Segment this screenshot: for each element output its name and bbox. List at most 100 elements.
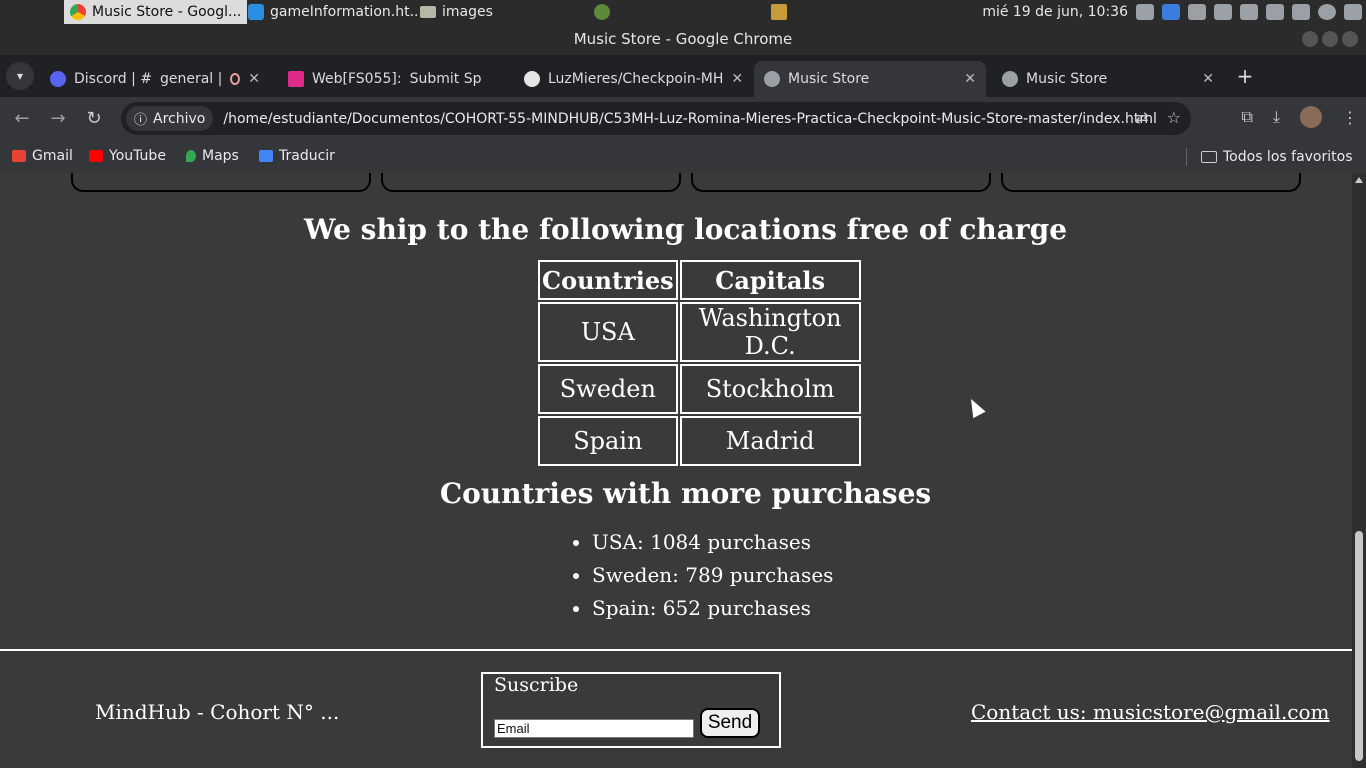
bookmark-label: YouTube	[109, 148, 166, 164]
table-cell: Stockholm	[679, 364, 861, 414]
bookmark-maps[interactable]: Maps	[186, 148, 239, 164]
tab-label: Submit Sp	[409, 71, 482, 87]
tab-label: LuzMieres/Checkpoin-MH	[548, 71, 724, 87]
list-item: USA: 1084 purchases	[592, 529, 833, 562]
tab-music-store[interactable]: Music Store ✕	[992, 61, 1224, 97]
card	[71, 173, 371, 192]
purchases-list: USA: 1084 purchases Sweden: 789 purchase…	[592, 529, 833, 628]
extensions-icon[interactable]: ⧉	[1241, 107, 1252, 127]
archive-icon[interactable]	[771, 4, 787, 20]
maps-icon	[186, 150, 196, 162]
tab-search-button[interactable]: ▾	[6, 62, 34, 90]
bluetooth-icon[interactable]	[1162, 4, 1180, 20]
subscribe-legend: Suscribe	[494, 674, 579, 696]
purchases-heading: Countries with more purchases	[439, 477, 932, 510]
list-item: Sweden: 789 purchases	[592, 562, 833, 595]
send-button[interactable]: Send	[700, 708, 760, 738]
page-footer: MindHub - Cohort N° ... Suscribe Email S…	[0, 649, 1352, 768]
taskbar-item-chrome[interactable]: Music Store - Googl...	[64, 0, 248, 24]
omnibox-actions: ⇄ ☆	[1135, 108, 1181, 127]
globe-icon	[764, 71, 780, 87]
folder-icon	[1201, 151, 1217, 163]
table-cell: Washington D.C.	[679, 302, 861, 362]
github-icon	[524, 71, 540, 87]
translate-icon[interactable]: ⇄	[1135, 108, 1148, 127]
clock[interactable]: mié 19 de jun, 10:36	[982, 4, 1128, 20]
network-manager-icon[interactable]	[1136, 4, 1154, 20]
keyboard-icon[interactable]	[1292, 4, 1310, 20]
download-icon[interactable]: ⤓	[1273, 107, 1280, 127]
clipboard-icon[interactable]	[1266, 4, 1284, 20]
table-row: Spain Madrid	[538, 416, 861, 466]
reload-button[interactable]: ↻	[82, 107, 106, 131]
table-cell: USA	[538, 302, 678, 362]
taskbar-item-images[interactable]: images	[414, 0, 499, 24]
globe-icon	[1002, 71, 1018, 87]
tab-label: general |	[159, 71, 223, 87]
table-row: USA Washington D.C.	[538, 302, 861, 362]
browser-toolbar: ← → ↻ ⓘ Archivo /home/estudiante/Documen…	[0, 97, 1366, 140]
arrow-right-icon: →	[50, 108, 66, 129]
card	[691, 173, 991, 192]
minimize-icon[interactable]	[1302, 31, 1318, 47]
site-info-chip[interactable]: ⓘ Archivo	[126, 106, 214, 131]
plus-icon: +	[1236, 64, 1254, 88]
page-scrollbar[interactable]	[1352, 173, 1366, 768]
tab-web-fs055[interactable]: Web[FS055]: Submit Sp	[278, 61, 508, 97]
table-header-row: Countries Capitals	[538, 260, 861, 300]
close-icon[interactable]: ✕	[248, 71, 260, 87]
taskbar-item-label: gameInformation.ht...	[270, 4, 423, 20]
taskbar-item-vscode[interactable]: gameInformation.ht...	[242, 0, 429, 24]
bookmark-gmail[interactable]: Gmail	[12, 148, 73, 164]
scrollbar-thumb[interactable]	[1355, 531, 1363, 761]
tab-github[interactable]: LuzMieres/Checkpoin-MH ✕	[514, 61, 748, 97]
table-cell: Sweden	[538, 364, 678, 414]
table-row: Sweden Stockholm	[538, 364, 861, 414]
accessibility-icon[interactable]	[1318, 4, 1336, 20]
bookmark-label: Traducir	[279, 148, 335, 164]
close-icon[interactable]: ✕	[1202, 71, 1214, 87]
close-icon[interactable]: ✕	[964, 71, 976, 87]
power-icon[interactable]	[1344, 4, 1362, 20]
card	[1001, 173, 1301, 192]
folder-icon	[420, 6, 436, 18]
gmail-icon	[12, 150, 26, 162]
tab-discord[interactable]: Discord | # general | ✕	[40, 61, 270, 97]
close-window-icon[interactable]	[1342, 31, 1358, 47]
close-icon[interactable]: ✕	[731, 71, 743, 87]
maximize-icon[interactable]	[1322, 31, 1338, 47]
url-text[interactable]: /home/estudiante/Documentos/COHORT-55-MI…	[223, 111, 1157, 127]
taskbar-item-label: images	[442, 4, 493, 20]
tab-music-store-active[interactable]: Music Store ✕	[754, 61, 986, 97]
window-controls	[1302, 31, 1358, 47]
site-info-label: Archivo	[153, 110, 206, 127]
u-app-icon	[288, 71, 304, 87]
subscribe-form: Suscribe Email Send	[481, 672, 781, 748]
microphone-icon[interactable]	[1188, 4, 1206, 20]
new-tab-button[interactable]: +	[1234, 65, 1256, 87]
tab-label: Music Store	[1026, 71, 1108, 87]
vscode-icon	[248, 4, 264, 20]
bookmark-label: Gmail	[32, 148, 73, 164]
address-bar[interactable]: ⓘ Archivo /home/estudiante/Documentos/CO…	[121, 102, 1191, 135]
translate-icon	[259, 150, 273, 162]
table-cell: Spain	[538, 416, 678, 466]
table-header: Capitals	[679, 260, 861, 300]
volume-icon[interactable]	[1214, 4, 1232, 20]
os-taskbar: Music Store - Googl... gameInformation.h…	[0, 0, 1366, 24]
bookmark-translate[interactable]: Traducir	[259, 148, 335, 164]
star-icon[interactable]: ☆	[1167, 108, 1181, 127]
menu-icon[interactable]: ⋮	[1342, 108, 1358, 127]
bookmark-all-favorites[interactable]: Todos los favoritos	[1186, 148, 1353, 166]
back-button[interactable]: ←	[10, 107, 34, 131]
scroll-up-arrow-icon[interactable]	[1355, 177, 1363, 183]
app-icon[interactable]	[594, 4, 610, 20]
profile-avatar[interactable]	[1300, 106, 1322, 128]
signal-icon[interactable]	[1240, 4, 1258, 20]
reload-icon: ↻	[86, 108, 102, 129]
contact-link[interactable]: Contact us: musicstore@gmail.com	[971, 700, 1330, 724]
forward-button[interactable]: →	[46, 107, 70, 131]
info-icon: ⓘ	[134, 113, 148, 128]
bookmark-youtube[interactable]: YouTube	[89, 148, 166, 164]
email-input[interactable]: Email	[494, 719, 694, 738]
